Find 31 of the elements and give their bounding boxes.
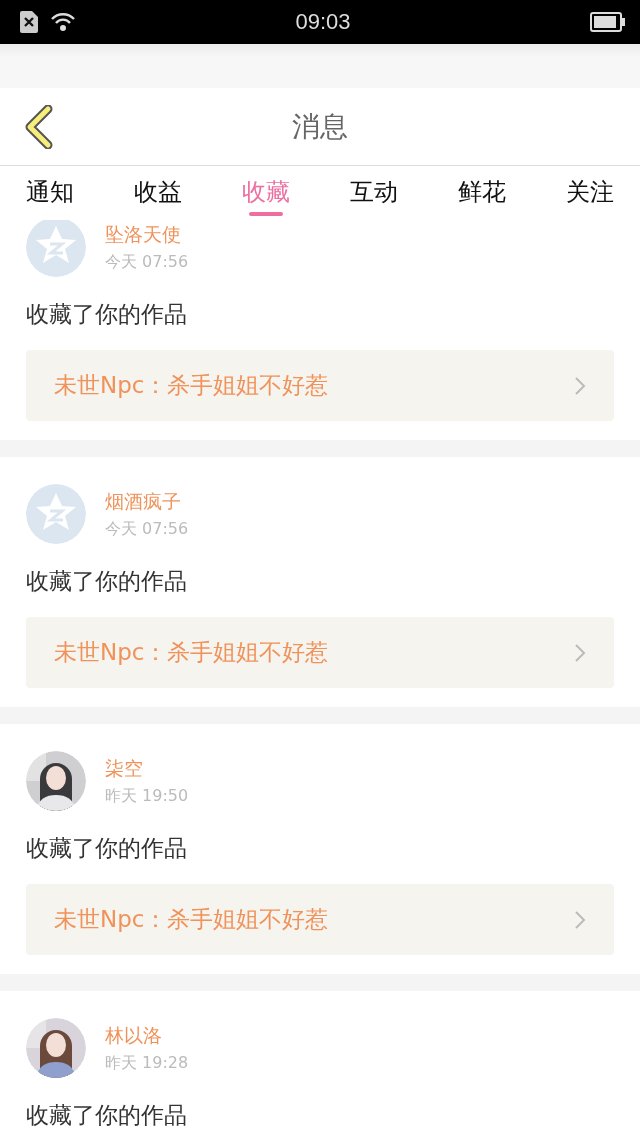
clock-time: 09:03 [295,9,351,35]
work-link[interactable]: 未世Npc：杀手姐姐不好惹 [26,617,614,688]
tab[interactable]: 收藏 [242,166,290,220]
message-text: 收藏了你的作品 [26,300,188,329]
message-text: 收藏了你的作品 [26,1101,188,1130]
message-time: 今天 07:56 [105,518,189,540]
message-time: 昨天 19:28 [105,1052,189,1074]
chevron-right-icon [574,642,586,663]
message-time: 昨天 19:50 [105,785,189,807]
no-sim-icon [20,11,38,33]
message-text: 收藏了你的作品 [26,567,188,596]
message-time: 今天 07:56 [105,251,189,273]
page-title: 消息 [292,108,348,145]
user-name[interactable]: 柒空 [105,755,189,782]
back-chevron-icon [24,104,54,149]
tab[interactable]: 通知 [26,166,74,220]
tab[interactable]: 关注 [566,166,614,220]
message-text: 收藏了你的作品 [26,834,188,863]
user-name[interactable]: 坠洛天使 [105,221,189,248]
work-link[interactable]: 未世Npc：杀手姐姐不好惹 [26,350,614,421]
chevron-right-icon [574,909,586,930]
wifi-icon [50,12,76,32]
tab[interactable]: 鲜花 [458,166,506,220]
user-name[interactable]: 林以洛 [105,1022,189,1049]
default-avatar-icon [26,484,86,544]
tab[interactable]: 互动 [350,166,398,220]
tab[interactable]: 收益 [134,166,182,220]
work-link[interactable]: 未世Npc：杀手姐姐不好惹 [26,884,614,955]
battery-icon [590,12,626,32]
chevron-right-icon [574,375,586,396]
user-name[interactable]: 烟酒疯子 [105,488,189,515]
